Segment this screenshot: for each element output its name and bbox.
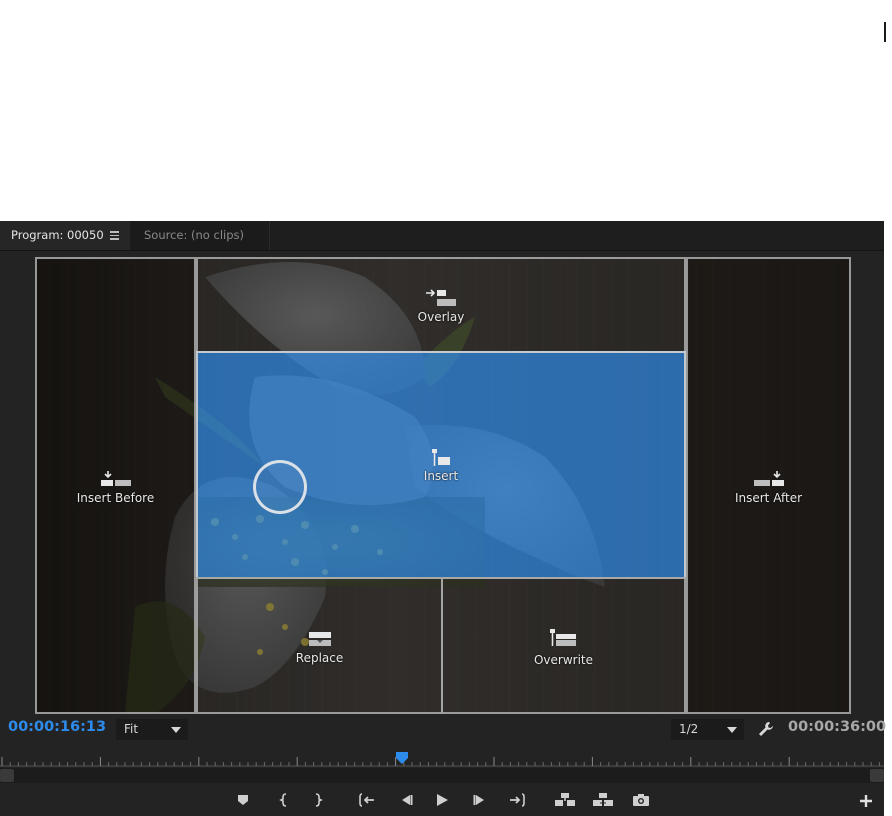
mark-out-icon: [315, 793, 323, 807]
insert-after-icon: [753, 471, 784, 486]
overlay-label: Overlay: [417, 310, 465, 324]
camera-icon: [633, 794, 649, 806]
playback-resolution-select[interactable]: 1/2: [671, 719, 744, 740]
panel-tab-bar: Program: 00050 Source: (no clips): [0, 221, 884, 251]
insert-after-label: Insert After: [734, 491, 803, 505]
tab-source[interactable]: Source: (no clips): [130, 221, 270, 250]
step-back-button[interactable]: [395, 789, 417, 811]
mark-out-button[interactable]: [307, 789, 329, 811]
step-forward-button[interactable]: [469, 789, 491, 811]
tab-program-label: Program: 00050: [11, 228, 104, 242]
button-editor-add-icon[interactable]: [858, 793, 874, 809]
step-back-icon: [402, 795, 413, 805]
replace-label: Replace: [295, 651, 344, 665]
lift-icon: [555, 793, 575, 806]
zoom-level-value: Fit: [124, 722, 139, 736]
scrollbar-right-handle[interactable]: [870, 769, 884, 782]
drop-zone-insert-before[interactable]: Insert Before: [35, 257, 196, 714]
zoom-level-select[interactable]: Fit: [116, 719, 188, 740]
scrollbar-left-handle[interactable]: [0, 769, 14, 782]
step-forward-icon: [473, 795, 484, 805]
go-to-out-icon: [510, 793, 525, 807]
playhead-marker[interactable]: [396, 752, 408, 764]
program-monitor-panel: Program: 00050 Source: (no clips) Insert…: [0, 221, 887, 816]
program-video-frame[interactable]: Insert Before Overlay Insert Insert Afte…: [35, 257, 851, 714]
overlay-icon: [426, 289, 456, 306]
go-to-in-button[interactable]: [356, 789, 378, 811]
tab-source-label: Source: (no clips): [144, 228, 244, 242]
add-marker-button[interactable]: [232, 789, 254, 811]
chevron-down-icon: [171, 727, 181, 733]
insert-before-label: Insert Before: [76, 491, 155, 505]
extract-icon: [593, 793, 613, 806]
chevron-down-icon: [727, 727, 737, 733]
mark-in-icon: [279, 793, 287, 807]
tab-program[interactable]: Program: 00050: [0, 221, 130, 250]
insert-icon: [432, 449, 450, 466]
zoom-scrollbar[interactable]: [0, 768, 884, 783]
window-edge-line: [884, 22, 886, 42]
lift-button[interactable]: [554, 789, 576, 811]
drag-cursor-indicator: [253, 460, 307, 514]
duration-timecode: 00:00:36:00: [788, 719, 887, 735]
play-button[interactable]: [431, 789, 453, 811]
replace-icon: [308, 632, 331, 646]
drop-zone-overlay[interactable]: Overlay: [196, 257, 686, 353]
drop-zone-overwrite[interactable]: Overwrite: [441, 577, 686, 714]
go-to-out-button[interactable]: [506, 789, 528, 811]
insert-before-icon: [100, 471, 131, 486]
settings-wrench-icon[interactable]: [758, 721, 774, 737]
time-ruler[interactable]: [0, 753, 884, 767]
go-to-in-icon: [359, 793, 374, 807]
overwrite-label: Overwrite: [533, 653, 594, 667]
drop-zone-insert-after[interactable]: Insert After: [686, 257, 851, 714]
mark-in-button[interactable]: [273, 789, 295, 811]
extract-button[interactable]: [592, 789, 614, 811]
overwrite-icon: [549, 629, 576, 646]
playback-resolution-value: 1/2: [679, 722, 699, 736]
play-icon: [437, 794, 448, 806]
current-timecode[interactable]: 00:00:16:13: [8, 719, 106, 735]
export-frame-button[interactable]: [630, 789, 652, 811]
drop-zone-replace[interactable]: Replace: [196, 577, 443, 714]
add-marker-icon: [238, 795, 248, 805]
panel-menu-icon[interactable]: [110, 231, 119, 240]
